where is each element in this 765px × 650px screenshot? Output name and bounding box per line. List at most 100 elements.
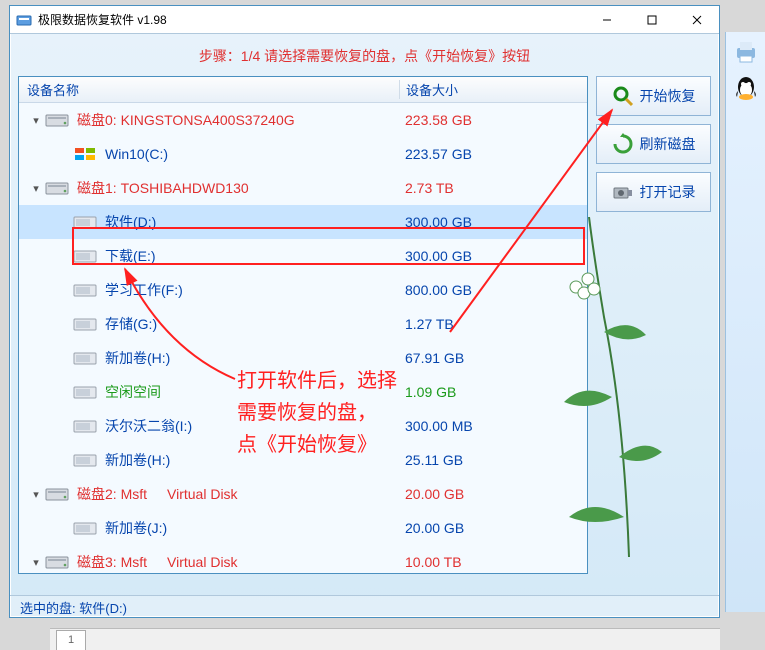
- volume-icon: [73, 316, 97, 332]
- close-button[interactable]: [674, 6, 719, 34]
- tree-row[interactable]: ▾下载(E:)300.00 GB: [19, 239, 587, 273]
- tree-row[interactable]: ▾存储(G:)1.27 TB: [19, 307, 587, 341]
- expander-icon[interactable]: ▾: [27, 182, 45, 195]
- bottom-tab-strip: 1: [50, 628, 720, 650]
- refresh-disks-button[interactable]: 刷新磁盘: [596, 124, 711, 164]
- tree-row[interactable]: ▾ 磁盘1: TOSHIBAHDWD130 2.73 TB: [19, 171, 587, 205]
- qq-icon[interactable]: [732, 74, 760, 102]
- volume-icon: [73, 418, 97, 434]
- tree-row-name: ▾新加卷(H:): [27, 450, 399, 470]
- status-prefix: 选中的盘:: [20, 601, 79, 616]
- refresh-icon: [612, 133, 634, 155]
- tree-row-label: 存储(G:): [105, 314, 157, 334]
- volume-icon: [73, 350, 97, 366]
- tab-1[interactable]: 1: [56, 630, 86, 650]
- tree-row-label: 磁盘0: KINGSTONSA400S37240G: [77, 110, 295, 130]
- tree-row-size: 20.00 GB: [399, 520, 587, 536]
- expander-icon[interactable]: ▾: [27, 488, 45, 501]
- tree-row-name: ▾空闲空间: [27, 382, 399, 402]
- tree-row-size: 800.00 GB: [399, 282, 587, 298]
- tree-row-label: 下载(E:): [105, 246, 156, 266]
- tree-row-size: 300.00 GB: [399, 214, 587, 230]
- tree-row[interactable]: ▾ 磁盘3: Msft Virtual Disk 10.00 TB: [19, 545, 587, 574]
- tree-row-name: ▾新加卷(J:): [27, 518, 399, 538]
- start-recovery-button[interactable]: 开始恢复: [596, 76, 711, 116]
- tree-row[interactable]: ▾新加卷(J:)20.00 GB: [19, 511, 587, 545]
- tree-row-label-b: Virtual Disk: [167, 554, 238, 570]
- tree-row-name: ▾学习工作(F:): [27, 280, 399, 300]
- hdd-icon: [45, 112, 69, 128]
- tree-row-size: 2.73 TB: [399, 180, 587, 196]
- tree-row-name: ▾沃尔沃二翁(I:): [27, 416, 399, 436]
- volume-icon: [73, 452, 97, 468]
- printer-icon[interactable]: [732, 38, 760, 66]
- hdd-icon: [45, 486, 69, 502]
- tree-row-label: 空闲空间: [105, 382, 161, 402]
- tree-row-label: 磁盘3: Msft: [77, 552, 147, 572]
- tree-row-size: 300.00 MB: [399, 418, 587, 434]
- window-controls: [584, 6, 719, 34]
- tree-row[interactable]: ▾新加卷(H:)25.11 GB: [19, 443, 587, 477]
- tree-row-label: 新加卷(H:): [105, 450, 170, 470]
- tree-row[interactable]: ▾软件(D:)300.00 GB: [19, 205, 587, 239]
- tree-row-name: ▾ 磁盘2: Msft Virtual Disk: [27, 484, 399, 504]
- tree-row-size: 25.11 GB: [399, 452, 587, 468]
- main-window: 极限数据恢复软件 v1.98 步骤：1/4 请选择需要恢复的盘，点《开始恢复》按…: [9, 5, 720, 618]
- tree-header: 设备名称 设备大小: [19, 77, 587, 103]
- tree-row-label: 新加卷(H:): [105, 348, 170, 368]
- right-toolbar: [725, 32, 765, 612]
- volume-icon: [73, 214, 97, 230]
- tree-row-size: 223.58 GB: [399, 112, 587, 128]
- tree-row[interactable]: ▾学习工作(F:)800.00 GB: [19, 273, 587, 307]
- column-header-name[interactable]: 设备名称: [19, 80, 399, 99]
- tree-row-label: 磁盘2: Msft: [77, 484, 147, 504]
- titlebar: 极限数据恢复软件 v1.98: [10, 6, 719, 34]
- tree-row[interactable]: ▾ 磁盘0: KINGSTONSA400S37240G 223.58 GB: [19, 103, 587, 137]
- tree-row-name: ▾ 磁盘0: KINGSTONSA400S37240G: [27, 110, 399, 130]
- hdd-icon: [45, 180, 69, 196]
- device-tree-panel: 设备名称 设备大小 ▾ 磁盘0: KINGSTONSA400S37240G 223.…: [18, 76, 588, 574]
- main-area: 设备名称 设备大小 ▾ 磁盘0: KINGSTONSA400S37240G 223.…: [10, 76, 719, 574]
- tree-row[interactable]: ▾沃尔沃二翁(I:)300.00 MB: [19, 409, 587, 443]
- side-buttons: 开始恢复 刷新磁盘 打开记录: [596, 76, 711, 574]
- tree-row-name: ▾软件(D:): [27, 212, 399, 232]
- volume-icon: [73, 384, 97, 400]
- tree-row-label: 沃尔沃二翁(I:): [105, 416, 192, 436]
- tree-row[interactable]: ▾ 磁盘2: Msft Virtual Disk 20.00 GB: [19, 477, 587, 511]
- expander-icon[interactable]: ▾: [27, 114, 45, 127]
- app-icon: [16, 12, 32, 28]
- tree-row-label: Win10(C:): [105, 146, 168, 162]
- hdd-icon: [45, 554, 69, 570]
- tree-row-label: 磁盘1: TOSHIBAHDWD130: [77, 178, 249, 198]
- tree-row-size: 67.91 GB: [399, 350, 587, 366]
- tree-row-label: 新加卷(J:): [105, 518, 167, 538]
- tree-row-name: ▾新加卷(H:): [27, 348, 399, 368]
- tree-row-name: ▾Win10(C:): [27, 146, 399, 162]
- tree-row[interactable]: ▾Win10(C:)223.57 GB: [19, 137, 587, 171]
- start-recovery-label: 开始恢复: [640, 86, 696, 106]
- expander-icon[interactable]: ▾: [27, 556, 45, 569]
- open-records-button[interactable]: 打开记录: [596, 172, 711, 212]
- tree-row-size: 223.57 GB: [399, 146, 587, 162]
- tree-row-size: 10.00 TB: [399, 554, 587, 570]
- step-banner: 步骤：1/4 请选择需要恢复的盘，点《开始恢复》按钮: [10, 34, 719, 76]
- tree-row-size: 20.00 GB: [399, 486, 587, 502]
- window-title: 极限数据恢复软件 v1.98: [38, 11, 584, 28]
- tree-row-label-b: Virtual Disk: [167, 486, 238, 502]
- minimize-button[interactable]: [584, 6, 629, 34]
- tree-body: ▾磁盘0: KINGSTONSA400S37240G223.58 GB▾Win1…: [19, 103, 587, 574]
- column-header-size[interactable]: 设备大小: [399, 80, 587, 99]
- tree-row-name: ▾存储(G:): [27, 314, 399, 334]
- windows-logo-icon: [73, 146, 97, 162]
- tree-row-size: 300.00 GB: [399, 248, 587, 264]
- volume-icon: [73, 248, 97, 264]
- tree-row-size: 1.09 GB: [399, 384, 587, 400]
- refresh-disks-label: 刷新磁盘: [640, 134, 696, 154]
- tree-row[interactable]: ▾新加卷(H:)67.91 GB: [19, 341, 587, 375]
- volume-icon: [73, 520, 97, 536]
- tree-row[interactable]: ▾空闲空间1.09 GB: [19, 375, 587, 409]
- status-value: 软件(D:): [79, 601, 127, 616]
- maximize-button[interactable]: [629, 6, 674, 34]
- tree-row-name: ▾ 磁盘1: TOSHIBAHDWD130: [27, 178, 399, 198]
- open-records-label: 打开记录: [640, 182, 696, 202]
